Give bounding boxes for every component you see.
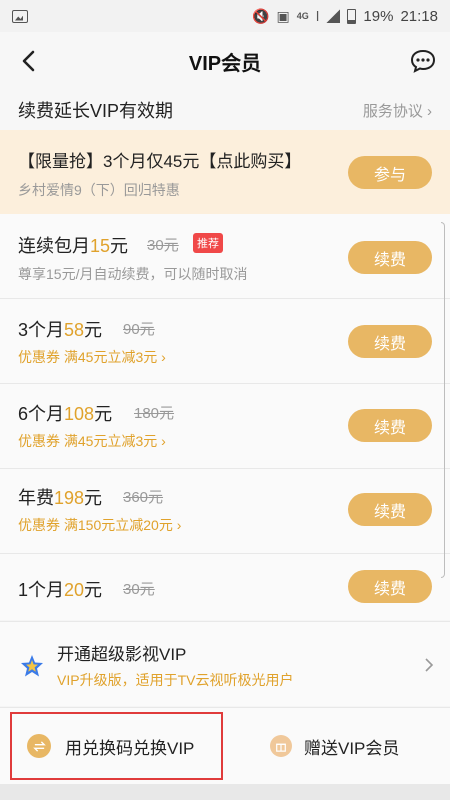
network-type: 4G	[296, 10, 309, 21]
signal-icon	[326, 9, 341, 23]
plan-description: 尊享15元/月自动续费，可以随时取消	[18, 266, 248, 282]
renew-button[interactable]: 续费	[348, 241, 432, 274]
renew-title: 续费延长VIP有效期	[18, 101, 174, 121]
scroll-indicator	[441, 222, 445, 578]
bottom-actions: 用兑换码兑换VIP 赠送VIP会员	[0, 708, 450, 784]
status-left	[12, 9, 28, 23]
chevron-right-icon: ›	[157, 433, 166, 449]
super-vip-title: 开通超级影视VIP	[57, 645, 187, 664]
gift-vip-button[interactable]: 赠送VIP会员	[270, 708, 450, 784]
service-agreement-link[interactable]: 服务协议 ›	[363, 100, 432, 121]
chevron-right-icon: ›	[172, 517, 182, 533]
chat-more-icon[interactable]	[410, 49, 436, 73]
renew-button[interactable]: 续费	[348, 570, 432, 603]
clock: 21:18	[400, 7, 438, 25]
plan-row-monthly-auto: 连续包月15元 30元 推荐 尊享15元/月自动续费，可以随时取消 续费	[0, 214, 450, 298]
plan-row-1-month: 1个月20元 30元 续费	[0, 554, 450, 620]
mute-icon: 🔇	[252, 7, 270, 24]
battery-level: 19%	[363, 7, 394, 25]
redeem-code-button[interactable]: 用兑换码兑换VIP	[10, 712, 223, 780]
plan-price: 198	[54, 488, 85, 508]
service-agreement-label: 服务协议	[362, 102, 423, 120]
renew-button[interactable]: 续费	[348, 409, 432, 442]
plan-name: 年费198元	[18, 488, 103, 508]
nav-bar: VIP会员	[0, 32, 450, 90]
plan-original-price: 30元	[123, 581, 155, 598]
coupon-link[interactable]: 优惠券 满45元立减3元 ›	[18, 431, 166, 451]
plan-name: 3个月58元	[18, 320, 103, 340]
plan-price: 108	[64, 404, 95, 424]
plan-row-yearly: 年费198元 360元 优惠券 满150元立减20元 › 续费	[0, 469, 450, 553]
gift-vip-label: 赠送VIP会员	[304, 738, 400, 758]
signal-separator-icon: ǀ	[315, 8, 320, 24]
page-title: VIP会员	[188, 52, 262, 75]
plan-name: 6个月108元	[18, 404, 113, 424]
shield-icon: ▣	[276, 7, 290, 24]
plan-price: 15	[90, 236, 111, 256]
plan-price: 58	[64, 320, 85, 340]
chevron-right-icon: ›	[157, 349, 166, 365]
exchange-icon	[27, 734, 51, 758]
plan-original-price: 180元	[134, 405, 175, 422]
recommend-badge: 推荐	[193, 233, 223, 253]
plan-original-price: 360元	[123, 489, 164, 506]
super-vip-star-icon	[21, 655, 43, 677]
chevron-right-icon	[425, 658, 434, 672]
promo-title: 【限量抢】3个月仅45元【点此购买】	[18, 152, 302, 171]
plan-original-price: 90元	[123, 321, 155, 338]
bottom-spacer	[0, 784, 450, 800]
plan-original-price: 30元	[147, 237, 179, 254]
status-bar: 🔇 ▣ 4G ǀ 19% 21:18	[0, 0, 450, 32]
plan-name: 1个月20元	[18, 580, 103, 600]
gallery-notification-icon	[12, 9, 28, 23]
plan-row-6-months: 6个月108元 180元 优惠券 满45元立减3元 › 续费	[0, 384, 450, 468]
plan-price: 20	[64, 580, 85, 600]
plan-name: 连续包月15元	[18, 236, 129, 256]
join-button[interactable]: 参与	[348, 156, 432, 189]
promo-subtitle: 乡村爱情9（下）回归特惠	[18, 182, 180, 198]
super-vip-row[interactable]: 开通超级影视VIP VIP升级版，适用于TV云视听极光用户	[0, 622, 450, 706]
chevron-right-icon: ›	[427, 102, 432, 120]
back-arrow-icon[interactable]	[18, 49, 40, 73]
renew-header: 续费延长VIP有效期 服务协议 ›	[0, 90, 450, 130]
renew-button[interactable]: 续费	[348, 493, 432, 526]
redeem-code-label: 用兑换码兑换VIP	[65, 738, 195, 758]
gift-icon	[270, 735, 292, 757]
coupon-link[interactable]: 优惠券 满45元立减3元 ›	[18, 347, 166, 367]
super-vip-subtitle: VIP升级版，适用于TV云视听极光用户	[57, 672, 294, 688]
renew-button[interactable]: 续费	[348, 325, 432, 358]
battery-icon	[347, 8, 357, 24]
status-right: 🔇 ▣ 4G ǀ 19% 21:18	[252, 8, 438, 25]
plan-list: 连续包月15元 30元 推荐 尊享15元/月自动续费，可以随时取消 续费 3个月…	[0, 214, 450, 620]
plan-row-3-months: 3个月58元 90元 优惠券 满45元立减3元 › 续费	[0, 299, 450, 383]
coupon-link[interactable]: 优惠券 满150元立减20元 ›	[18, 515, 181, 535]
promo-banner[interactable]: 【限量抢】3个月仅45元【点此购买】 乡村爱情9（下）回归特惠 参与	[0, 130, 450, 214]
